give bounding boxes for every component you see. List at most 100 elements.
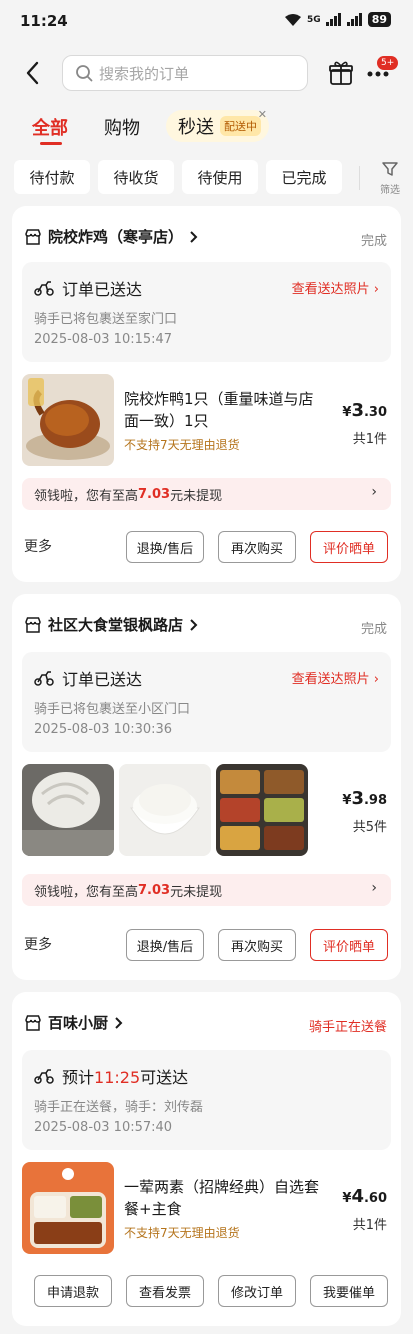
- more-link[interactable]: 更多: [24, 934, 52, 954]
- system-icons: 5G 89: [284, 12, 391, 27]
- shop-header[interactable]: 百味小厨: [24, 1012, 124, 1033]
- store-icon: [25, 1014, 41, 1031]
- clock: 11:24: [20, 12, 68, 30]
- product-name[interactable]: 院校炸鸭1只（重量味道与店面一致）1只: [124, 388, 324, 432]
- promo-prefix: 领钱啦，您有至高: [34, 488, 139, 504]
- chevron-right-icon: [115, 1016, 123, 1029]
- buy-again-button[interactable]: 再次购买: [218, 531, 296, 563]
- urge-order-button[interactable]: 我要催单: [310, 1275, 388, 1307]
- filter-chips: 待付款 待收货 待使用 已完成 筛选: [0, 160, 413, 196]
- filter-label: 筛选: [380, 185, 400, 196]
- order-status: 骑手正在送餐: [308, 1020, 387, 1035]
- order-search-input[interactable]: 搜索我的订单: [62, 55, 308, 91]
- price-decimal: .98: [363, 793, 387, 808]
- notification-badge: 5+: [377, 56, 399, 70]
- product-image-meal-boxes[interactable]: [216, 764, 308, 856]
- delivery-title: 订单已送达: [62, 670, 143, 689]
- product-image-bun[interactable]: [22, 764, 114, 856]
- product-image-roast-duck[interactable]: [22, 374, 114, 466]
- miaosong-label: 秒送: [178, 117, 214, 138]
- delivery-time: 2025-08-03 10:30:36: [34, 722, 173, 737]
- search-icon: [76, 65, 93, 82]
- scooter-icon: [34, 281, 54, 296]
- close-icon[interactable]: ✕: [258, 108, 267, 121]
- wifi-icon: [285, 13, 302, 26]
- chevron-right-icon: ›: [371, 484, 377, 500]
- filter-pending-use[interactable]: 待使用: [182, 160, 258, 194]
- filter-pending-payment[interactable]: 待付款: [14, 160, 90, 194]
- tab-all[interactable]: 全部: [32, 114, 68, 140]
- item-count: 共1件: [352, 432, 387, 447]
- back-arrow-icon[interactable]: [18, 58, 48, 88]
- chevron-right-icon: [190, 618, 198, 631]
- view-delivery-photo-link[interactable]: 查看送达照片 ›: [292, 278, 379, 297]
- order-price: ¥3.98: [342, 788, 387, 809]
- active-tab-indicator: [40, 142, 62, 145]
- product-name[interactable]: 一荤两素（招牌经典）自选套餐+主食: [124, 1176, 324, 1220]
- order-card[interactable]: 百味小厨 骑手正在送餐 预计11:25可送达 骑手正在送餐，骑手：刘传磊 202…: [12, 992, 401, 1326]
- shop-header[interactable]: 院校炸鸡（寒亭店）: [24, 226, 199, 247]
- shop-header[interactable]: 社区大食堂银枫路店: [24, 614, 199, 635]
- price-decimal: .60: [363, 1191, 387, 1206]
- buy-again-button[interactable]: 再次购买: [218, 929, 296, 961]
- view-delivery-photo-label: 查看送达照片: [291, 672, 370, 687]
- funnel-icon: [382, 162, 398, 176]
- delivery-title: 订单已送达: [62, 280, 143, 299]
- cash-promo-banner[interactable]: 领钱啦，您有至高 7.03 元未提现 ›: [22, 874, 391, 906]
- filter-button[interactable]: 筛选: [372, 160, 408, 196]
- tab-miaosong[interactable]: 秒送 配送中 ✕: [166, 108, 269, 142]
- filter-completed[interactable]: 已完成: [266, 160, 342, 194]
- delivery-title-row: 订单已送达: [34, 666, 142, 690]
- modify-order-button[interactable]: 修改订单: [218, 1275, 296, 1307]
- product-image-set-meal[interactable]: [22, 1162, 114, 1254]
- search-placeholder: 搜索我的订单: [99, 64, 190, 83]
- network-label: 5G: [307, 14, 321, 25]
- order-card[interactable]: 社区大食堂银枫路店 完成 订单已送达 查看送达照片 › 骑手已将包裹送至小区门口…: [12, 594, 401, 980]
- order-card[interactable]: 院校炸鸡（寒亭店） 完成 订单已送达 查看送达照片 › 骑手已将包裹送至家门口 …: [12, 206, 401, 582]
- shop-name: 社区大食堂银枫路店: [48, 616, 184, 634]
- delivery-info: 订单已送达 查看送达照片 › 骑手已将包裹送至家门口 2025-08-03 10…: [22, 262, 391, 362]
- delivery-note: 骑手已将包裹送至小区门口: [34, 702, 191, 717]
- eta-suffix: 可送达: [140, 1068, 189, 1087]
- product-image-rice[interactable]: [119, 764, 211, 856]
- cash-promo-banner[interactable]: 领钱啦，您有至高 7.03 元未提现 ›: [22, 478, 391, 510]
- order-price: ¥3.30: [342, 400, 387, 421]
- scooter-icon: [34, 671, 54, 686]
- filter-pending-receipt[interactable]: 待收货: [98, 160, 174, 194]
- price-decimal: .30: [363, 405, 387, 420]
- chevron-right-icon: [190, 230, 198, 243]
- signal-icon: [325, 13, 341, 26]
- review-button[interactable]: 评价晒单: [310, 929, 388, 961]
- scooter-icon: [34, 1069, 54, 1084]
- delivery-info: 订单已送达 查看送达照片 › 骑手已将包裹送至小区门口 2025-08-03 1…: [22, 652, 391, 752]
- delivery-eta: 预计11:25可送达: [62, 1064, 188, 1088]
- more-link[interactable]: 更多: [24, 536, 52, 556]
- store-icon: [25, 616, 41, 633]
- gift-icon[interactable]: [328, 60, 354, 86]
- delivery-note: 骑手已将包裹送至家门口: [34, 312, 178, 327]
- top-bar: 搜索我的订单: [0, 48, 413, 100]
- order-price: ¥4.60: [342, 1186, 387, 1207]
- promo-suffix: 元未提现: [170, 488, 223, 504]
- tab-shopping[interactable]: 购物: [104, 114, 140, 140]
- after-sales-button[interactable]: 退换/售后: [126, 531, 204, 563]
- delivery-title-row: 订单已送达: [34, 276, 142, 300]
- signal-icon-2: [346, 13, 362, 26]
- request-refund-button[interactable]: 申请退款: [34, 1275, 112, 1307]
- delivery-info: 预计11:25可送达 骑手正在送餐，骑手：刘传磊 2025-08-03 10:5…: [22, 1050, 391, 1150]
- divider: [359, 166, 360, 190]
- after-sales-button[interactable]: 退换/售后: [126, 929, 204, 961]
- item-count: 共1件: [352, 1218, 387, 1233]
- store-icon: [25, 228, 41, 245]
- order-status: 完成: [360, 622, 387, 637]
- shop-name: 百味小厨: [48, 1014, 109, 1032]
- chevron-right-icon: ›: [371, 880, 377, 896]
- view-invoice-button[interactable]: 查看发票: [126, 1275, 204, 1307]
- return-policy-note: 不支持7天无理由退货: [124, 1226, 240, 1240]
- eta-time: 11:25: [94, 1068, 141, 1087]
- view-delivery-photo-label: 查看送达照片: [291, 282, 370, 297]
- review-button[interactable]: 评价晒单: [310, 531, 388, 563]
- miaosong-status-tag: 配送中: [220, 116, 261, 136]
- promo-prefix: 领钱啦，您有至高: [34, 884, 139, 900]
- view-delivery-photo-link[interactable]: 查看送达照片 ›: [292, 668, 379, 687]
